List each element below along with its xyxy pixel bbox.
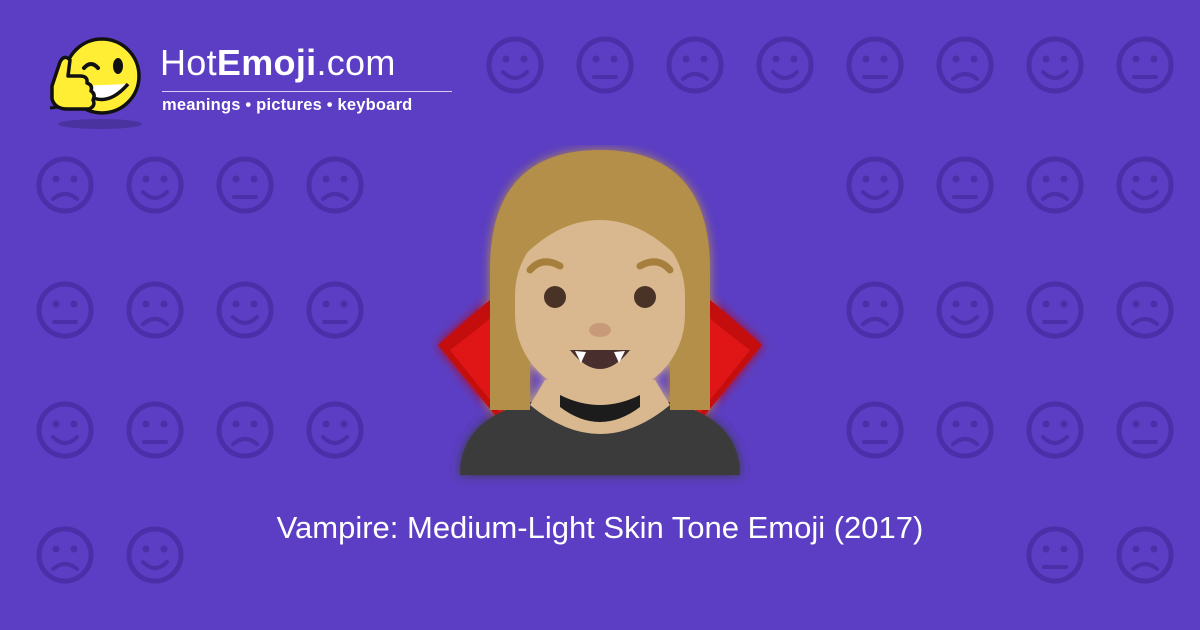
pattern-face-icon [1026,36,1084,94]
emoji-caption: Vampire: Medium-Light Skin Tone Emoji (2… [276,510,924,545]
pattern-face-icon [36,156,94,214]
winking-thumbs-up-face-icon [49,37,142,129]
pattern-face-icon [486,36,544,94]
pattern-face-icon [1116,281,1174,339]
pattern-face-icon [126,156,184,214]
pattern-face-icon [1116,36,1174,94]
pattern-face-icon [1116,401,1174,459]
pattern-face-icon [216,281,274,339]
pattern-face-icon [306,156,364,214]
pattern-face-icon [216,156,274,214]
pattern-face-icon [216,401,274,459]
pattern-face-icon [306,281,364,339]
site-name-suffix: .com [316,42,396,83]
pattern-face-icon [36,281,94,339]
pattern-face-icon [1026,281,1084,339]
brand-divider [162,91,452,92]
pattern-face-icon [756,36,814,94]
pattern-face-icon [846,401,904,459]
pattern-face-icon [846,156,904,214]
pattern-face-icon [576,36,634,94]
pattern-face-icon [936,156,994,214]
pattern-face-icon [936,281,994,339]
site-name: HotEmoji.com [160,42,396,84]
pattern-face-icon [1116,156,1174,214]
site-name-bold: Emoji [216,42,317,83]
pattern-face-icon [846,36,904,94]
pattern-face-icon [936,401,994,459]
pattern-face-icon [666,36,724,94]
site-brand[interactable]: HotEmoji.com meanings • pictures • keybo… [40,30,470,130]
pattern-face-icon [1026,401,1084,459]
pattern-face-icon [126,401,184,459]
pattern-face-icon [36,401,94,459]
pattern-face-icon [846,281,904,339]
woman-vampire-medium-light-skin-tone-icon [438,150,762,475]
site-tagline: meanings • pictures • keyboard [162,96,413,114]
pattern-face-icon [126,281,184,339]
pattern-face-icon [306,401,364,459]
pattern-face-icon [936,36,994,94]
pattern-face-icon [1026,156,1084,214]
site-name-prefix: Hot [160,42,217,83]
